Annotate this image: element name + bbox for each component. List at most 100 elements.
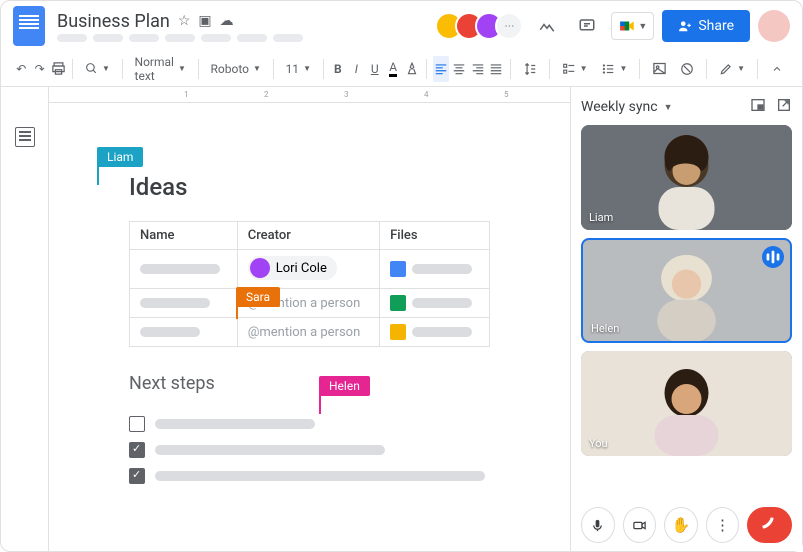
mention-placeholder[interactable]: @mention a person [248, 325, 361, 340]
checkbox-checked[interactable] [129, 442, 145, 458]
video-tile-liam[interactable]: Liam [581, 125, 792, 230]
main-area: 1 2 3 4 5 Liam Ideas Name Creator Files … [1, 87, 802, 551]
table-row[interactable]: Lori Cole [130, 250, 490, 289]
editing-mode-dropdown[interactable]: ▼ [713, 56, 751, 82]
checklist-item[interactable] [129, 442, 490, 458]
line-spacing-button[interactable] [517, 56, 543, 82]
italic-button[interactable]: I [348, 56, 364, 82]
meet-title[interactable]: Weekly sync [581, 99, 658, 115]
undo-button[interactable]: ↶ [13, 56, 29, 82]
collapse-toolbar-button[interactable] [764, 56, 790, 82]
print-button[interactable] [50, 56, 66, 82]
ideas-table[interactable]: Name Creator Files Lori Cole Sara @menti… [129, 221, 490, 347]
collaborator-avatars[interactable]: ⋯ [435, 12, 523, 40]
align-center-button[interactable] [451, 56, 467, 82]
ruler[interactable]: 1 2 3 4 5 [49, 87, 570, 103]
redo-button[interactable]: ↷ [31, 56, 47, 82]
table-header: Name [130, 222, 238, 250]
checkbox-checked[interactable] [129, 468, 145, 484]
raise-hand-button[interactable]: ✋ [664, 507, 698, 543]
align-justify-button[interactable] [488, 56, 504, 82]
table-header: Files [380, 222, 490, 250]
font-size-dropdown[interactable]: 11▼ [280, 56, 317, 82]
bullet-list-button[interactable]: ▼ [595, 56, 633, 82]
checklist-item[interactable] [129, 416, 490, 432]
star-icon[interactable]: ☆ [178, 13, 191, 29]
align-right-button[interactable] [469, 56, 485, 82]
share-button[interactable]: Share [662, 10, 750, 42]
cloud-status-icon: ☁ [220, 13, 234, 29]
align-left-button[interactable] [433, 56, 449, 82]
collaborator-cursor-line [319, 394, 321, 414]
table-header: Creator [237, 222, 379, 250]
checklist[interactable] [129, 416, 490, 484]
video-tile-helen[interactable]: Helen [581, 238, 792, 343]
menu-item-placeholder[interactable] [129, 34, 159, 42]
collaborator-cursor-line [236, 305, 238, 319]
activity-icon[interactable] [531, 10, 563, 42]
avatar [250, 258, 270, 278]
menu-item-placeholder[interactable] [57, 34, 87, 42]
move-folder-icon[interactable]: ▣ [198, 13, 211, 29]
outline-icon[interactable] [15, 127, 35, 147]
popout-icon[interactable] [776, 97, 792, 117]
zoom-dropdown[interactable]: ▼ [79, 56, 116, 82]
menu-item-placeholder[interactable] [201, 34, 231, 42]
mention-chip[interactable]: Lori Cole [248, 256, 337, 280]
style-dropdown[interactable]: Normal text▼ [129, 56, 192, 82]
font-dropdown[interactable]: Roboto▼ [205, 56, 267, 82]
checkbox-unchecked[interactable] [129, 416, 145, 432]
menu-item-placeholder[interactable] [165, 34, 195, 42]
text-color-button[interactable]: A [385, 56, 401, 82]
heading-ideas[interactable]: Ideas [129, 173, 187, 201]
meet-header: Weekly sync ▼ [581, 97, 792, 117]
meet-controls: ✋ ⋮ [581, 499, 792, 543]
more-options-button[interactable]: ⋮ [706, 507, 740, 543]
collaborator-cursor-line [97, 165, 99, 185]
pip-icon[interactable] [750, 97, 766, 117]
clear-formatting-button[interactable] [674, 56, 700, 82]
docs-file-icon[interactable] [390, 261, 406, 277]
checklist-item[interactable] [129, 468, 490, 484]
chevron-down-icon[interactable]: ▼ [664, 102, 673, 113]
comments-icon[interactable] [571, 10, 603, 42]
underline-button[interactable]: U [367, 56, 383, 82]
meet-button[interactable]: ▼ [611, 12, 654, 40]
checklist-button[interactable]: ▼ [556, 56, 594, 82]
table-row[interactable]: @mention a person [130, 318, 490, 347]
bold-button[interactable]: B [330, 56, 346, 82]
meet-icon [618, 17, 636, 35]
account-avatar[interactable] [758, 10, 790, 42]
collaborator-cursor-sara: Sara [236, 287, 280, 307]
table-row[interactable]: Sara @mention a person [130, 289, 490, 318]
left-rail [1, 87, 49, 551]
hangup-button[interactable] [747, 507, 792, 543]
heading-next-steps[interactable]: Next steps [129, 373, 215, 394]
sheets-file-icon[interactable] [390, 295, 406, 311]
collaborator-cursor-helen: Helen [319, 376, 370, 396]
mic-button[interactable] [581, 507, 615, 543]
docs-logo-icon[interactable] [13, 6, 45, 46]
menu-item-placeholder[interactable] [93, 34, 123, 42]
tile-label: Liam [589, 211, 613, 224]
video-tile-you[interactable]: You [581, 351, 792, 456]
collaborator-cursor-liam: Liam [97, 147, 143, 167]
page[interactable]: Liam Ideas Name Creator Files Lori Cole [49, 103, 570, 551]
document-area[interactable]: 1 2 3 4 5 Liam Ideas Name Creator Files … [49, 87, 570, 551]
tile-label: Helen [591, 322, 619, 335]
document-title[interactable]: Business Plan [57, 11, 170, 32]
app-header: Business Plan ☆ ▣ ☁ ⋯ ▼ [1, 1, 802, 51]
camera-button[interactable] [623, 507, 657, 543]
tile-label: You [589, 437, 608, 450]
menu-bar [57, 34, 303, 42]
slides-file-icon[interactable] [390, 324, 406, 340]
avatar[interactable]: ⋯ [495, 12, 523, 40]
chevron-down-icon: ▼ [638, 21, 647, 32]
meet-panel: Weekly sync ▼ Liam Helen Yo [570, 87, 802, 551]
menu-item-placeholder[interactable] [273, 34, 303, 42]
menu-item-placeholder[interactable] [237, 34, 267, 42]
person-add-icon [678, 19, 692, 33]
share-label: Share [698, 18, 734, 34]
insert-image-button[interactable] [646, 56, 672, 82]
highlight-button[interactable] [403, 56, 419, 82]
